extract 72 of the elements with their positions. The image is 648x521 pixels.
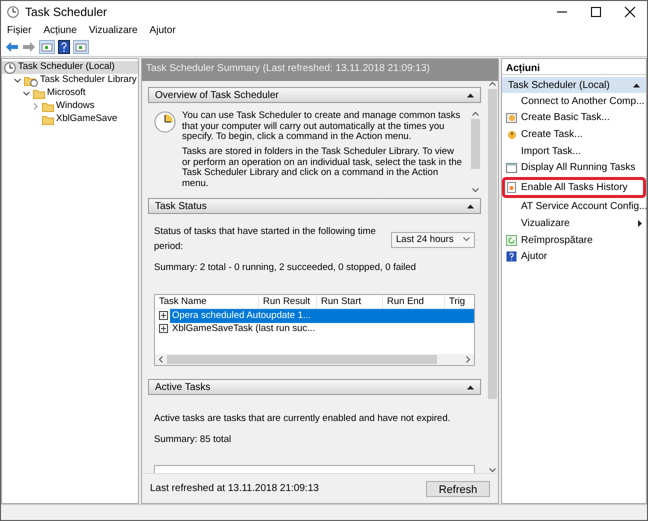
window-title: Task Scheduler [25,4,108,21]
scroll-up-icon[interactable] [472,111,479,117]
help-icon[interactable] [58,40,70,54]
overview-text: You can use Task Scheduler to create and manage common tasks that your computer will carry out automatically at the times you specify. To begin, click a command in the Action menu. [182,111,462,143]
period-dropdown[interactable]: Last 24 hours [391,232,475,248]
column-header[interactable]: Trig [445,295,471,308]
actions-group-header[interactable]: Task Scheduler (Local) [502,77,646,93]
clock-icon [7,6,19,18]
scroll-down-icon[interactable] [489,467,496,473]
actions-pane-title: Acțiuni [502,59,646,75]
column-header[interactable]: Run Start [317,295,383,308]
collapse-icon[interactable] [467,384,474,390]
refresh-button[interactable]: Refresh [426,480,490,496]
scroll-left-icon[interactable] [158,356,164,364]
action-item[interactable]: Create Task... [502,126,646,143]
window-icon [506,162,517,174]
clock-icon [4,62,16,74]
folder-icon [42,100,54,112]
menu-item[interactable]: Vizualizare [88,23,138,38]
column-header[interactable]: Task Name [155,295,259,308]
period-label: Status of tasks that have started in the following time period: [154,225,377,254]
action-item[interactable]: Reîmprospătare [502,232,646,248]
action-item[interactable]: Vizualizare [502,215,646,232]
scroll-up-icon[interactable] [489,81,496,87]
refresh-icon [506,234,517,246]
caret-down-icon [463,237,470,242]
section-title: Active Tasks [155,380,210,395]
chevron-right-icon[interactable] [31,102,40,111]
tree-item[interactable]: Windows [2,100,138,113]
action-item[interactable]: Enable All Tasks History [502,178,646,196]
menu-item[interactable]: Acțiune [43,23,77,38]
active-tasks-description: Active tasks are tasks that are currently enabled and have not expired. [154,412,452,426]
section-title: Overview of Task Scheduler [155,88,279,102]
tree-item[interactable]: Task Scheduler Library [2,74,138,87]
folder-icon [33,88,45,100]
chevron-down-icon[interactable] [22,89,31,98]
action-item[interactable]: Display All Running Tasks [502,159,646,176]
expand-plus-icon[interactable] [159,311,168,320]
help-icon [506,251,517,262]
folder-clock-icon [24,74,38,86]
submenu-arrow-icon [638,220,642,228]
summary-header: Task Scheduler Summary (Last refreshed: 13.11.2018 21:09:13) [142,59,498,81]
back-arrow-icon[interactable] [5,41,19,53]
chevron-down-icon[interactable] [13,76,22,85]
status-summary: Summary: 2 total - 0 running, 2 succeeded, 0 stopped, 0 failed [154,260,417,275]
collapse-icon[interactable] [467,92,474,98]
clock-icon [154,111,176,133]
folder-icon [42,114,54,126]
expand-plus-icon[interactable] [159,324,168,334]
menu-item[interactable]: Fișier [7,23,32,38]
action-item[interactable]: Connect to Another Comp... [502,93,646,110]
column-header[interactable]: Run Result [259,295,317,308]
section-title: Task Status [155,200,207,214]
tree-item[interactable]: Microsoft [2,87,138,100]
action-item[interactable]: Ajutor [502,248,646,265]
scroll-down-icon[interactable] [472,187,479,194]
action-item[interactable]: Create Basic Task... [502,110,646,126]
last-refreshed-text: Last refreshed at 13.11.2018 21:09:13 [150,482,319,496]
task-row[interactable]: Opera scheduled Autoupdate 1... [170,308,474,323]
task-row[interactable]: XblGameSaveTask (last run suc... [170,322,474,336]
action-item[interactable]: Import Task... [502,142,646,160]
collapse-icon[interactable] [467,204,474,209]
action-item[interactable]: AT Service Account Config... [502,198,646,216]
menu-item[interactable]: Ajutor [150,23,176,38]
tree-item[interactable]: XblGameSave [2,113,138,126]
forward-arrow-icon[interactable] [22,41,36,53]
active-tasks-summary: Summary: 85 total [154,433,232,448]
tree-item[interactable]: Task Scheduler (Local) [2,61,138,74]
overview-text: Tasks are stored in folders in the Task Scheduler Library. To view or perform an operation on an individual task, select the task in the Task Scheduler Library and click on a command in the Action menu. [182,146,463,190]
column-header[interactable]: Run End [383,295,445,308]
scroll-right-icon[interactable] [465,356,471,364]
collapse-icon[interactable] [633,82,640,88]
